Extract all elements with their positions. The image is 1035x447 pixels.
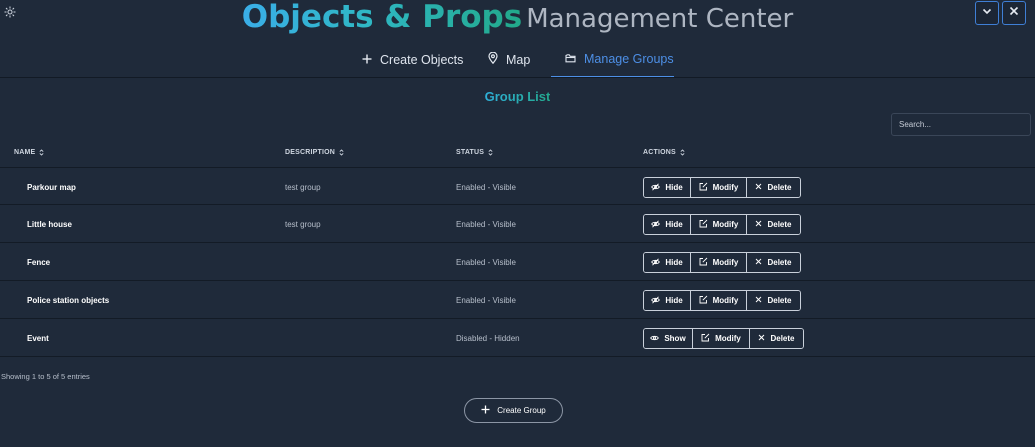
chevron-down-icon (981, 4, 993, 22)
eye-slash-icon (651, 257, 661, 268)
group-status: Disabled - Hidden (456, 333, 520, 343)
modify-button[interactable]: Modify (693, 329, 750, 348)
eye-slash-icon (651, 182, 661, 193)
table-body: Parkour map test group Enabled - Visible… (0, 167, 1035, 357)
tab-map[interactable]: Map (488, 42, 530, 77)
row-actions: Hide Modify Delete (643, 177, 801, 198)
modify-button[interactable]: Modify (691, 215, 747, 234)
sort-icon (39, 149, 44, 156)
delete-button[interactable]: Delete (747, 253, 800, 272)
tab-label: Map (506, 52, 531, 67)
close-button[interactable] (1002, 1, 1026, 25)
tab-bar: Create Objects Map Manage Groups (0, 42, 1035, 77)
group-status: Enabled - Visible (456, 182, 516, 192)
row-actions: Show Modify Delete (643, 328, 804, 349)
table-header: NAME DESCRIPTION STATUS ACTIONS (0, 149, 1035, 167)
search-input[interactable] (891, 113, 1031, 136)
group-status: Enabled - Visible (456, 257, 516, 267)
table-row: Parkour map test group Enabled - Visible… (0, 167, 1035, 205)
app-window: Objects & Props Management Center Create … (0, 0, 1035, 447)
column-header-description[interactable]: DESCRIPTION (285, 149, 344, 156)
group-name: Police station objects (27, 295, 110, 305)
minimize-button[interactable] (975, 1, 999, 25)
close-icon (1008, 4, 1020, 22)
delete-button[interactable]: Delete (750, 329, 803, 348)
tab-label: Manage Groups (584, 52, 674, 66)
hide-button[interactable]: Hide (644, 215, 691, 234)
group-description: test group (285, 219, 321, 229)
modify-button[interactable]: Modify (691, 178, 747, 197)
group-name: Parkour map (27, 182, 76, 192)
hide-button[interactable]: Hide (644, 178, 691, 197)
title-sub: Management Center (526, 4, 794, 34)
edit-icon (701, 333, 710, 344)
sort-icon (680, 149, 685, 156)
eye-slash-icon (651, 295, 661, 306)
group-name: Fence (27, 257, 51, 267)
modify-button[interactable]: Modify (691, 291, 747, 310)
close-icon (755, 296, 762, 305)
group-status: Enabled - Visible (456, 219, 516, 229)
create-group-button[interactable]: Create Group (464, 398, 563, 423)
edit-icon (699, 295, 708, 306)
entries-info: Showing 1 to 5 of 5 entries (1, 372, 90, 381)
group-status: Enabled - Visible (456, 295, 516, 305)
edit-icon (699, 219, 708, 230)
eye-slash-icon (651, 219, 661, 230)
table-row: Police station objects Enabled - Visible… (0, 281, 1035, 319)
plus-icon (362, 53, 372, 67)
sort-icon (488, 149, 493, 156)
sort-icon (339, 149, 344, 156)
edit-icon (699, 257, 708, 268)
table-row: Event Disabled - Hidden Show Modify Dele… (0, 319, 1035, 357)
close-icon (755, 220, 762, 229)
section-title: Group List (484, 89, 551, 104)
delete-button[interactable]: Delete (747, 291, 800, 310)
close-icon (755, 258, 762, 267)
row-actions: Hide Modify Delete (643, 290, 801, 311)
plus-icon (481, 405, 490, 416)
tab-manage-groups[interactable]: Manage Groups (551, 42, 674, 77)
delete-button[interactable]: Delete (747, 215, 800, 234)
title-main: Objects & Props (241, 0, 523, 35)
folder-icon (565, 52, 576, 66)
show-button[interactable]: Show (644, 329, 693, 348)
modify-button[interactable]: Modify (691, 253, 747, 272)
map-pin-icon (488, 51, 498, 67)
group-name: Little house (27, 219, 72, 229)
tabs-divider (0, 77, 1035, 78)
tab-create-objects[interactable]: Create Objects (362, 42, 463, 77)
group-name: Event (27, 333, 49, 343)
column-header-status[interactable]: STATUS (456, 149, 493, 156)
delete-button[interactable]: Delete (747, 178, 800, 197)
close-icon (755, 183, 762, 192)
edit-icon (699, 182, 708, 193)
group-description: test group (285, 182, 321, 192)
column-header-actions[interactable]: ACTIONS (643, 149, 685, 156)
hide-button[interactable]: Hide (644, 291, 691, 310)
page-title: Objects & Props Management Center (0, 0, 1035, 36)
tab-label: Create Objects (380, 52, 464, 67)
table-row: Fence Enabled - Visible Hide Modify Dele… (0, 243, 1035, 281)
row-actions: Hide Modify Delete (643, 252, 801, 273)
hide-button[interactable]: Hide (644, 253, 691, 272)
close-icon (758, 334, 765, 343)
column-header-name[interactable]: NAME (14, 149, 44, 156)
table-row: Little house test group Enabled - Visibl… (0, 205, 1035, 243)
row-actions: Hide Modify Delete (643, 214, 801, 235)
eye-icon (650, 334, 660, 344)
